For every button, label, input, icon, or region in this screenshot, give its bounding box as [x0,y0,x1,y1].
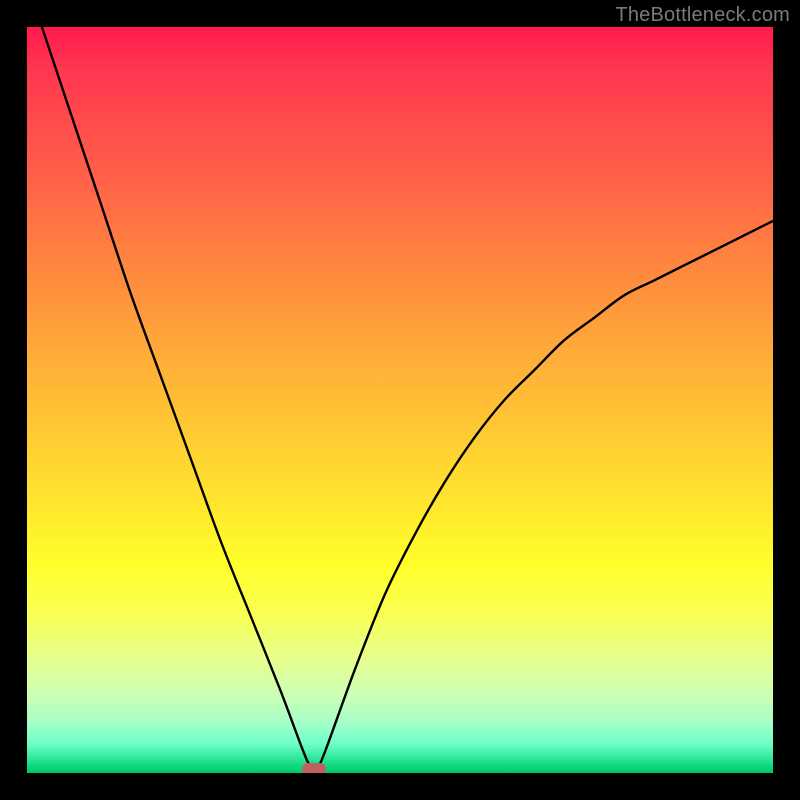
chart-frame: TheBottleneck.com [0,0,800,800]
watermark-text: TheBottleneck.com [615,4,790,27]
bottleneck-curve [42,27,773,767]
curve-svg [27,27,773,773]
plot-area [27,27,773,773]
optimal-point-marker [302,763,326,773]
